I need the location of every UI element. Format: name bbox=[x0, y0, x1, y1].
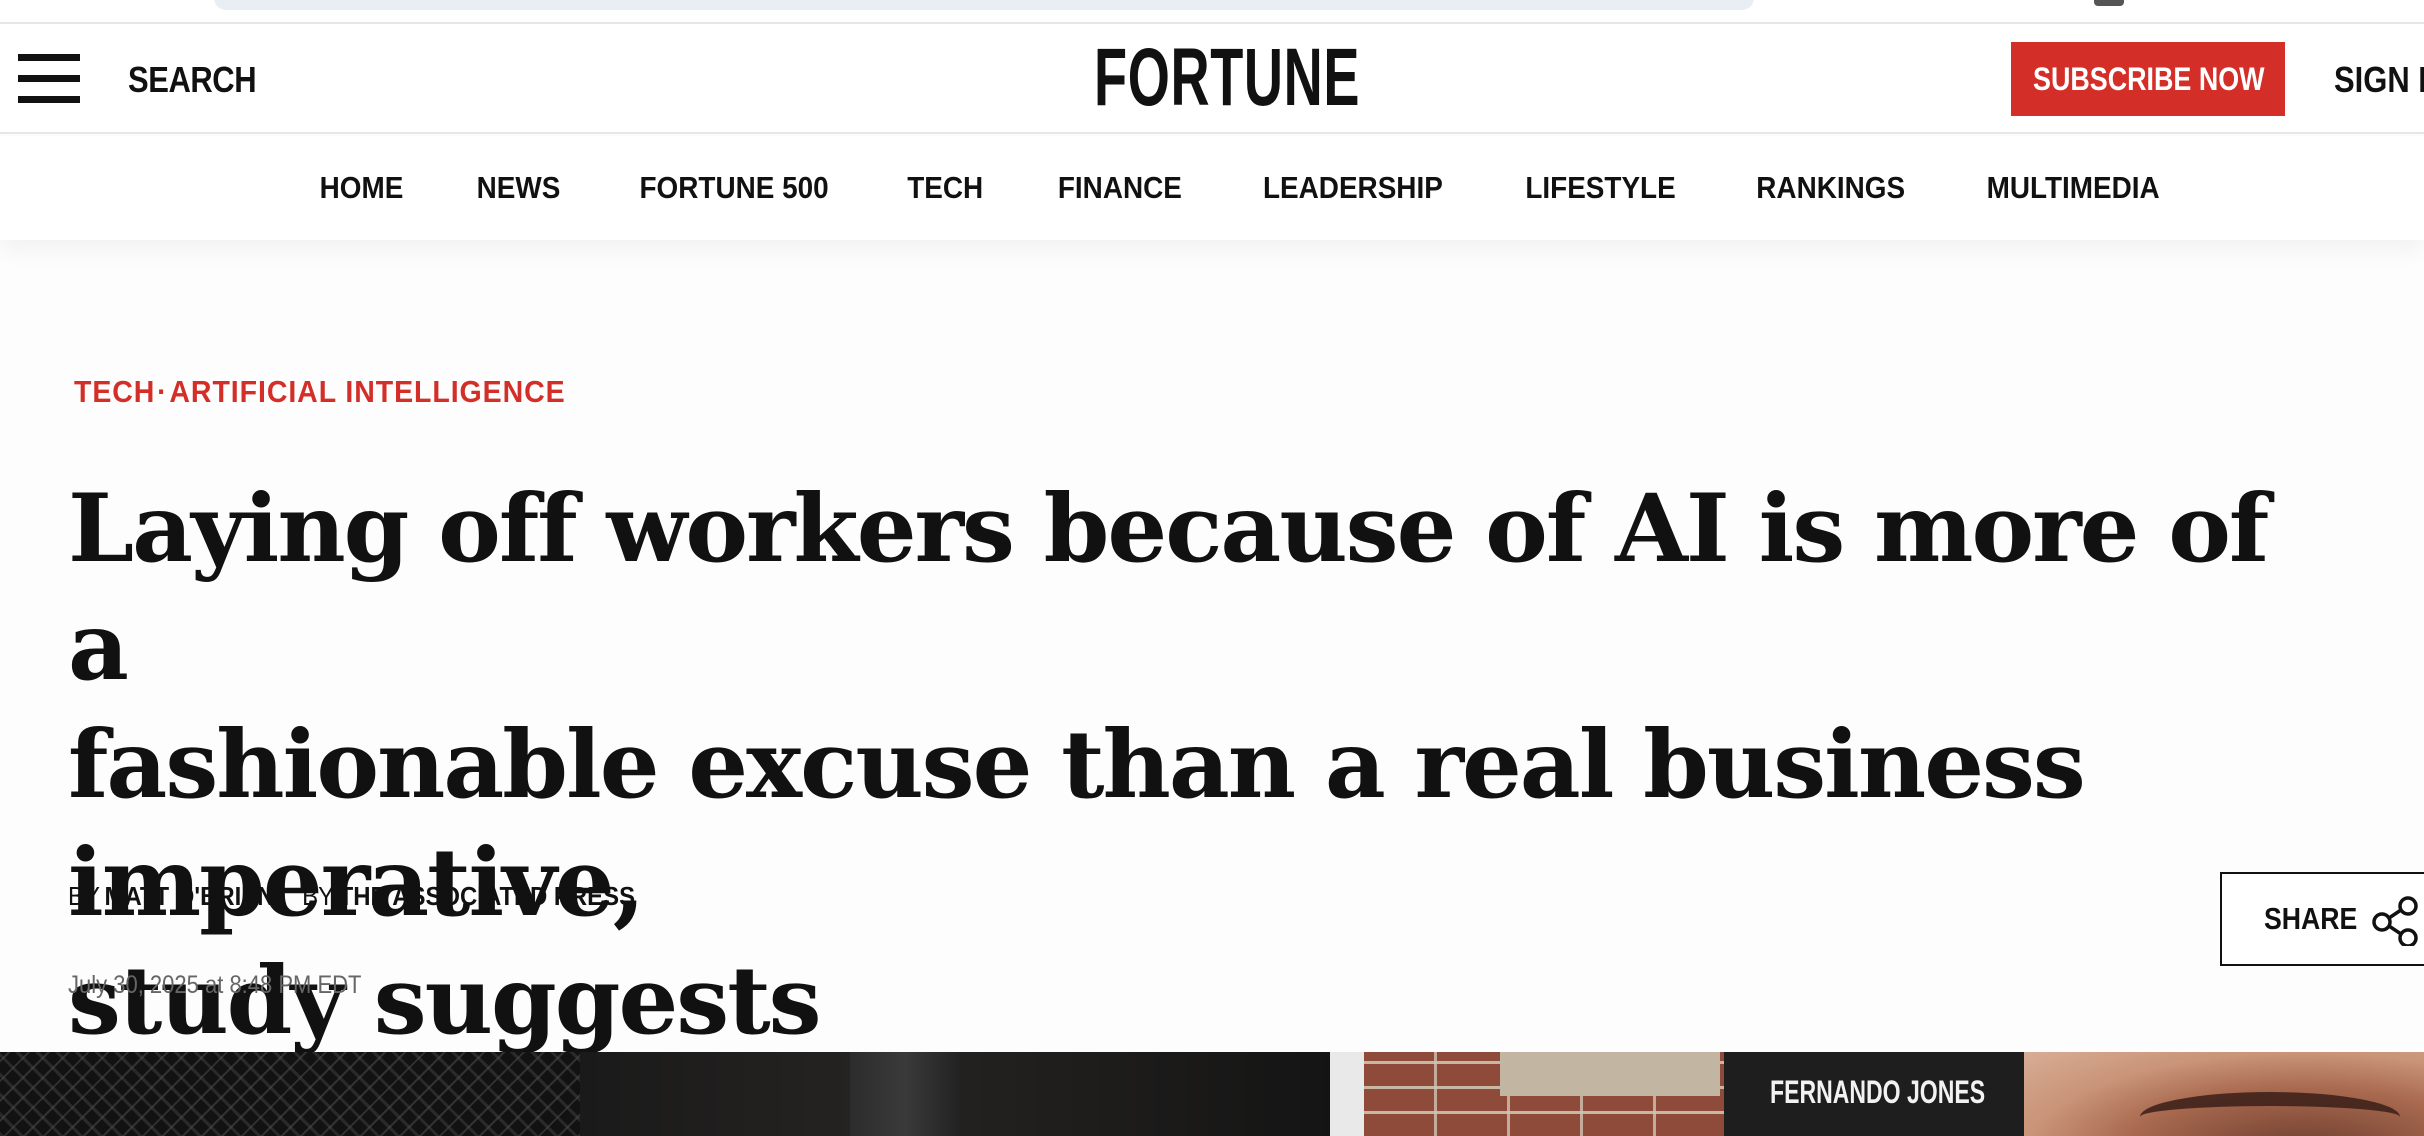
hero-door bbox=[580, 1052, 1340, 1136]
kicker-ai-link[interactable]: ARTIFICIAL INTELLIGENCE bbox=[169, 374, 565, 409]
hero-image: FERNANDO JONES bbox=[0, 1052, 2424, 1136]
article-kicker: TECH·ARTIFICIAL INTELLIGENCE bbox=[74, 372, 566, 412]
masthead: SEARCH FORTUNE SUBSCRIBE NOW SIGN I bbox=[0, 24, 2424, 134]
hero-sign-text: FERNANDO JONES bbox=[1770, 1074, 1986, 1110]
share-label: SHARE bbox=[2264, 901, 2358, 936]
address-bar[interactable] bbox=[214, 0, 1754, 10]
hero-sign: FERNANDO JONES bbox=[1724, 1052, 2024, 1136]
nav-item-multimedia[interactable]: MULTIMEDIA bbox=[1958, 170, 2189, 206]
fortune-logo[interactable]: FORTUNE bbox=[1094, 37, 1360, 119]
hero-mesh-overlay bbox=[0, 1052, 580, 1136]
browser-top-strip bbox=[0, 0, 2424, 24]
byline-prefix: BY bbox=[68, 881, 100, 911]
headline-line: Laying off workers because of AI is more… bbox=[68, 474, 2269, 702]
hero-brow bbox=[2140, 1092, 2400, 1136]
main-nav: HOME NEWS FORTUNE 500 TECH FINANCE LEADE… bbox=[0, 136, 2424, 240]
subscribe-button-label: SUBSCRIBE NOW bbox=[2033, 61, 2265, 97]
share-button[interactable]: SHARE bbox=[2220, 872, 2424, 966]
hero-plaque bbox=[1500, 1052, 1720, 1096]
tab-icon bbox=[2094, 0, 2124, 6]
search-button[interactable]: SEARCH bbox=[128, 58, 257, 102]
byline-author: BY MATT O'BRIEN bbox=[68, 878, 275, 914]
nav-item-tech[interactable]: TECH bbox=[878, 170, 1012, 206]
bylines: BY MATT O'BRIEN BY THE ASSOCIATED PRESS bbox=[68, 878, 635, 914]
nav-item-fortune-500[interactable]: FORTUNE 500 bbox=[610, 170, 857, 206]
article-headline: Laying off workers because of AI is more… bbox=[68, 470, 2328, 1060]
byline-agency: BY THE ASSOCIATED PRESS bbox=[302, 878, 635, 914]
agency-link[interactable]: THE ASSOCIATED PRESS bbox=[339, 881, 635, 911]
hamburger-icon[interactable] bbox=[18, 54, 82, 104]
publish-date: July 30, 2025 at 8:48 PM EDT bbox=[68, 971, 362, 999]
share-icon bbox=[2372, 896, 2418, 946]
nav-item-rankings[interactable]: RANKINGS bbox=[1727, 170, 1933, 206]
nav-item-lifestyle[interactable]: LIFESTYLE bbox=[1496, 170, 1704, 206]
nav-item-news[interactable]: NEWS bbox=[447, 170, 588, 206]
nav-item-leadership[interactable]: LEADERSHIP bbox=[1234, 170, 1471, 206]
subscribe-button[interactable]: SUBSCRIBE NOW bbox=[2011, 42, 2285, 116]
nav-item-home[interactable]: HOME bbox=[290, 170, 431, 206]
nav-item-finance[interactable]: FINANCE bbox=[1029, 170, 1211, 206]
hero-pillar bbox=[850, 1052, 960, 1136]
kicker-separator: · bbox=[157, 374, 168, 409]
hero-frame bbox=[1330, 1052, 1364, 1136]
kicker-tech-link[interactable]: TECH bbox=[74, 374, 155, 409]
author-link[interactable]: MATT O'BRIEN bbox=[105, 881, 275, 911]
sign-in-link[interactable]: SIGN I bbox=[2334, 58, 2424, 102]
byline-prefix: BY bbox=[302, 881, 335, 911]
